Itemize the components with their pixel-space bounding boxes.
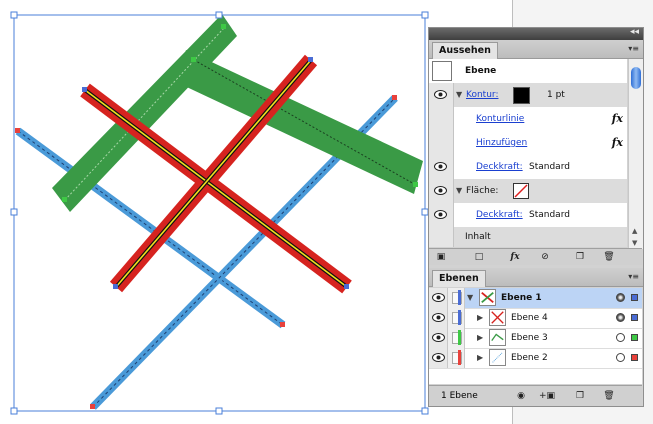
fill-opacity-row[interactable]: Deckkraft: Standard <box>429 203 627 227</box>
layer-row-ebene-3[interactable]: ▶ Ebene 3 <box>429 328 642 349</box>
eye-icon[interactable] <box>432 333 445 342</box>
layer-count: 1 Ebene <box>441 391 478 401</box>
add-subitem-row[interactable]: Hinzufügen fx <box>429 131 627 155</box>
scroll-up-icon[interactable]: ▲ <box>632 227 637 235</box>
layer-thumbnail <box>489 349 506 366</box>
fill-opacity-link[interactable]: Deckkraft: <box>476 210 523 220</box>
new-sublayer-icon[interactable]: +▣ <box>539 390 555 402</box>
trash-icon[interactable]: 🗑 <box>603 251 615 263</box>
layers-list: ▼ Ebene 1 ▶ Ebene 4 ▶ Ebene 3 ▶ Ebene 2 <box>429 288 642 384</box>
target-icon[interactable] <box>616 313 625 322</box>
stroke-weight[interactable]: 1 pt <box>547 90 565 100</box>
panel-titlebar[interactable]: ◂◂ <box>429 27 643 40</box>
make-clip-mask-icon[interactable]: ◉ <box>515 390 527 402</box>
trash-icon[interactable]: 🗑 <box>603 390 615 402</box>
clear-appearance-icon[interactable]: ⊘ <box>539 251 551 263</box>
stroke-expand-icon[interactable]: ▼ <box>456 90 462 99</box>
fx-icon[interactable]: fx <box>612 136 623 149</box>
target-icon[interactable] <box>616 333 625 342</box>
layer-row-ebene-2[interactable]: ▶ Ebene 2 <box>429 348 642 369</box>
fill-label: Fläche: <box>466 186 499 196</box>
new-layer-icon[interactable]: ❐ <box>574 390 586 402</box>
layer-expand-icon[interactable]: ▶ <box>477 353 483 362</box>
konturlinie-link[interactable]: Konturlinie <box>476 114 524 124</box>
selection-indicator[interactable] <box>631 354 638 361</box>
appearance-list: Ebene ▼ Kontur: 1 pt Konturlinie fx Hinz… <box>429 59 627 247</box>
appearance-object-row: Ebene <box>429 59 627 83</box>
panel-dock: ◂◂ Aussehen ▾≡ Ebene ▼ Kontur: 1 pt Kont… <box>428 27 644 407</box>
eye-icon[interactable] <box>434 162 447 171</box>
target-icon[interactable] <box>616 353 625 362</box>
selection-indicator[interactable] <box>631 294 638 301</box>
stroke-subitem-row[interactable]: Konturlinie fx <box>429 107 627 131</box>
layer-expand-icon[interactable]: ▼ <box>467 293 473 302</box>
appearance-toolbar: ▣ □ fx ⊘ ❐ 🗑 <box>429 248 642 265</box>
eye-icon[interactable] <box>432 313 445 322</box>
tab-aussehen[interactable]: Aussehen <box>432 42 498 59</box>
stroke-color-swatch[interactable] <box>513 87 530 104</box>
eye-icon[interactable] <box>434 186 447 195</box>
add-fill-icon[interactable]: □ <box>473 251 485 263</box>
hinzufuegen-link[interactable]: Hinzufügen <box>476 138 527 148</box>
fx-icon[interactable]: fx <box>612 112 623 125</box>
effect-fx-icon[interactable]: fx <box>509 251 521 263</box>
layer-thumbnail <box>489 329 506 346</box>
layer-expand-icon[interactable]: ▶ <box>477 313 483 322</box>
layer-name[interactable]: Ebene 3 <box>511 333 548 343</box>
eye-icon[interactable] <box>434 210 447 219</box>
stroke-opacity-link[interactable]: Deckkraft: <box>476 162 523 172</box>
appearance-tabrow: Aussehen ▾≡ <box>429 40 643 59</box>
layer-expand-icon[interactable]: ▶ <box>477 333 483 342</box>
contents-row[interactable]: Inhalt <box>429 227 627 247</box>
fill-expand-icon[interactable]: ▼ <box>456 186 462 195</box>
panel-menu-icon[interactable]: ▾≡ <box>628 44 639 53</box>
eye-icon[interactable] <box>432 293 445 302</box>
target-icon[interactable] <box>616 293 625 302</box>
eye-icon[interactable] <box>432 353 445 362</box>
eye-icon[interactable] <box>434 90 447 99</box>
layer-row-ebene-4[interactable]: ▶ Ebene 4 <box>429 308 642 329</box>
selection-indicator[interactable] <box>631 334 638 341</box>
fill-none-swatch-icon[interactable] <box>513 183 529 199</box>
fill-opacity-value: Standard <box>529 210 570 220</box>
scroll-thumb[interactable] <box>631 67 641 89</box>
layer-name[interactable]: Ebene 1 <box>501 293 542 303</box>
tab-ebenen[interactable]: Ebenen <box>432 270 486 287</box>
collapse-icon[interactable]: ◂◂ <box>630 27 639 37</box>
layers-tabrow: Ebenen ▾≡ <box>429 268 643 287</box>
contents-label: Inhalt <box>465 232 491 242</box>
stroke-opacity-value: Standard <box>529 162 570 172</box>
scroll-down-icon[interactable]: ▼ <box>632 239 637 247</box>
stroke-link[interactable]: Kontur: <box>466 90 498 100</box>
layer-thumbnail <box>479 289 496 306</box>
object-label: Ebene <box>465 66 497 76</box>
layer-name[interactable]: Ebene 2 <box>511 353 548 363</box>
fill-row[interactable]: ▼ Fläche: <box>429 179 627 203</box>
layers-menu-icon[interactable]: ▾≡ <box>628 272 639 281</box>
layer-thumbnail <box>489 309 506 326</box>
selection-indicator[interactable] <box>631 314 638 321</box>
add-stroke-icon[interactable]: ▣ <box>435 251 447 263</box>
stroke-row[interactable]: ▼ Kontur: 1 pt <box>429 83 627 107</box>
stroke-opacity-row[interactable]: Deckkraft: Standard <box>429 155 627 179</box>
layer-name[interactable]: Ebene 4 <box>511 313 548 323</box>
layers-status-bar: 1 Ebene ◉ +▣ ❐ 🗑 <box>429 385 642 406</box>
layer-row-ebene-1[interactable]: ▼ Ebene 1 <box>429 288 642 309</box>
appearance-scrollbar[interactable]: ▲ ▼ <box>628 59 643 249</box>
duplicate-item-icon[interactable]: ❐ <box>574 251 586 263</box>
object-thumbnail <box>432 61 452 81</box>
